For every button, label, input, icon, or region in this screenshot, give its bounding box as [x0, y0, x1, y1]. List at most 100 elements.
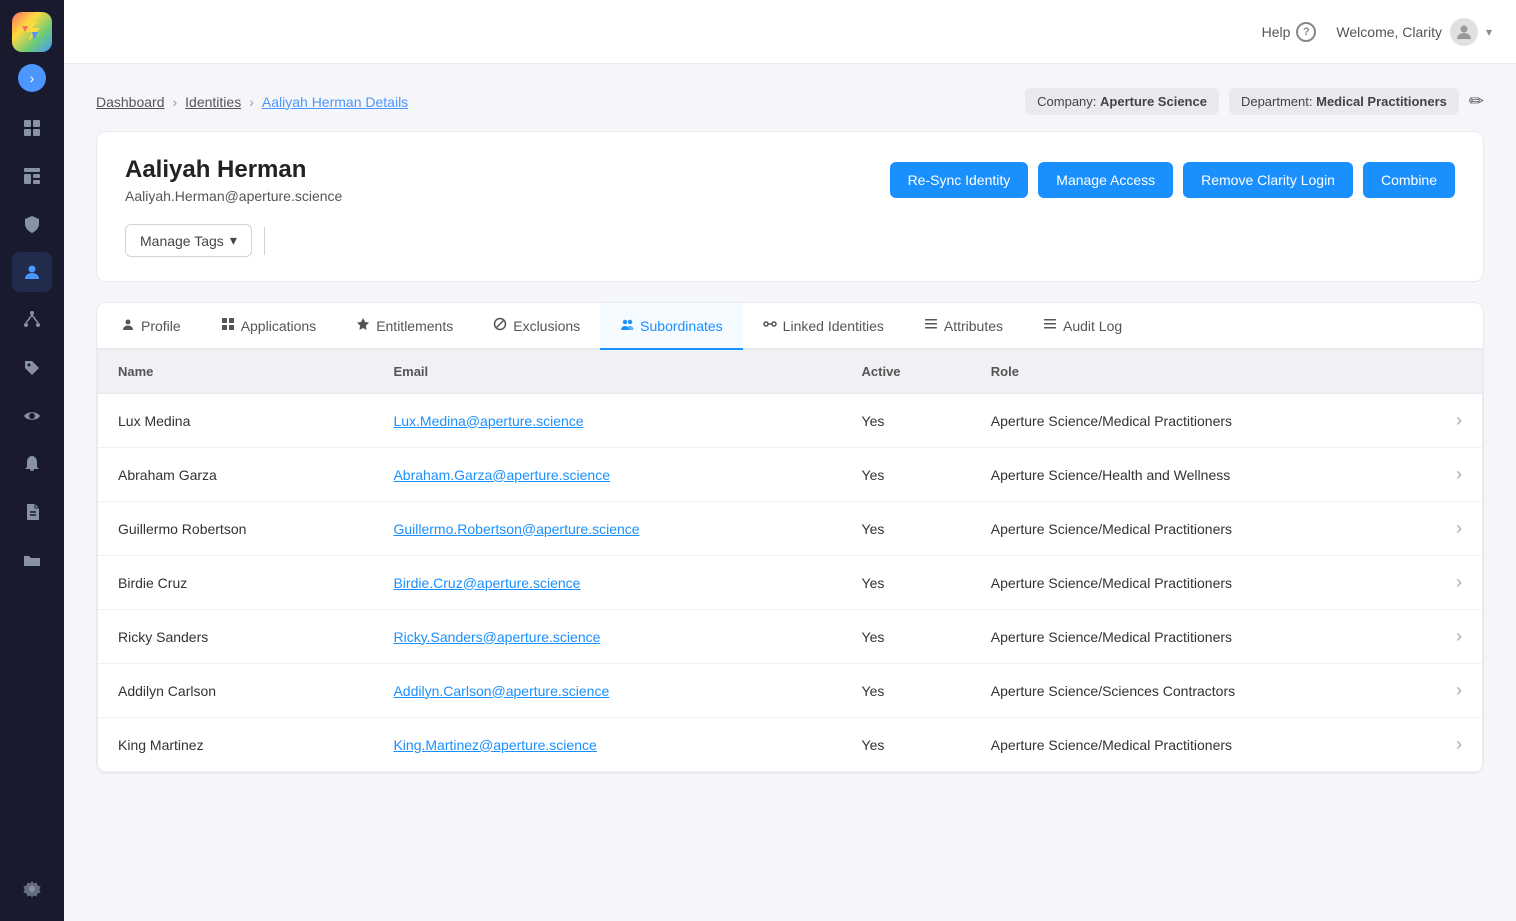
tab-applications-label: Applications	[241, 318, 317, 334]
company-label: Company:	[1037, 94, 1096, 109]
breadcrumb: Dashboard › Identities › Aaliyah Herman …	[96, 94, 408, 110]
table-row[interactable]: Guillermo Robertson Guillermo.Robertson@…	[98, 502, 1482, 556]
cell-email[interactable]: Guillermo.Robertson@aperture.science	[373, 502, 841, 556]
table-row[interactable]: King Martinez King.Martinez@aperture.sci…	[98, 718, 1482, 772]
cell-email[interactable]: Addilyn.Carlson@aperture.science	[373, 664, 841, 718]
tab-entitlements[interactable]: Entitlements	[336, 303, 473, 350]
breadcrumb-sep-1: ›	[173, 94, 178, 110]
cell-email[interactable]: Lux.Medina@aperture.science	[373, 394, 841, 448]
tab-audit-log[interactable]: Audit Log	[1023, 303, 1142, 350]
hierarchy-nav-icon[interactable]	[12, 300, 52, 340]
linked-identities-tab-icon	[763, 317, 777, 334]
manage-tags-label: Manage Tags	[140, 233, 224, 249]
cell-email[interactable]: Ricky.Sanders@aperture.science	[373, 610, 841, 664]
edit-icon[interactable]: ✏	[1469, 91, 1484, 112]
cell-name: Guillermo Robertson	[98, 502, 373, 556]
row-chevron-icon[interactable]: ›	[1436, 718, 1482, 772]
table-row[interactable]: Abraham Garza Abraham.Garza@aperture.sci…	[98, 448, 1482, 502]
row-chevron-icon[interactable]: ›	[1436, 556, 1482, 610]
tab-subordinates-label: Subordinates	[640, 318, 723, 334]
department-badge: Department: Medical Practitioners	[1229, 88, 1459, 115]
user-menu-button[interactable]: Welcome, Clarity ▾	[1336, 18, 1492, 46]
row-chevron-icon[interactable]: ›	[1436, 664, 1482, 718]
table-row[interactable]: Birdie Cruz Birdie.Cruz@aperture.science…	[98, 556, 1482, 610]
subordinates-table: Name Email Active Role Lux Medina Lux.Me…	[97, 349, 1483, 773]
cell-role: Aperture Science/Health and Wellness	[971, 448, 1436, 502]
cell-role: Aperture Science/Medical Practitioners	[971, 502, 1436, 556]
eye-nav-icon[interactable]	[12, 396, 52, 436]
resync-button[interactable]: Re-Sync Identity	[890, 162, 1029, 198]
help-button[interactable]: Help ?	[1262, 22, 1317, 42]
help-icon: ?	[1296, 22, 1316, 42]
dashboard-nav-icon[interactable]	[12, 108, 52, 148]
row-chevron-icon[interactable]: ›	[1436, 448, 1482, 502]
people-nav-icon[interactable]	[12, 252, 52, 292]
cell-active: Yes	[842, 448, 971, 502]
sidebar: ›	[0, 0, 64, 921]
tab-linked-identities-label: Linked Identities	[783, 318, 884, 334]
cell-role: Aperture Science/Medical Practitioners	[971, 556, 1436, 610]
cell-email[interactable]: Abraham.Garza@aperture.science	[373, 448, 841, 502]
cell-name: Abraham Garza	[98, 448, 373, 502]
table-row[interactable]: Addilyn Carlson Addilyn.Carlson@aperture…	[98, 664, 1482, 718]
identity-name: Aaliyah Herman	[125, 156, 342, 184]
cell-email[interactable]: Birdie.Cruz@aperture.science	[373, 556, 841, 610]
app-logo[interactable]	[12, 12, 52, 52]
help-label: Help	[1262, 24, 1291, 40]
breadcrumb-badges: Company: Aperture Science Department: Me…	[1025, 88, 1484, 115]
subordinates-tab-icon	[620, 317, 634, 334]
manage-tags-row: Manage Tags ▾	[125, 224, 1455, 257]
identity-info: Aaliyah Herman Aaliyah.Herman@aperture.s…	[125, 156, 342, 204]
company-value: Aperture Science	[1100, 94, 1207, 109]
chevron-down-icon: ▾	[1486, 25, 1492, 39]
identity-email: Aaliyah.Herman@aperture.science	[125, 188, 342, 204]
tab-exclusions[interactable]: Exclusions	[473, 303, 600, 350]
folder-nav-icon[interactable]	[12, 540, 52, 580]
tab-profile[interactable]: Profile	[101, 303, 201, 350]
bell-nav-icon[interactable]	[12, 444, 52, 484]
manage-tags-button[interactable]: Manage Tags ▾	[125, 224, 252, 257]
cell-active: Yes	[842, 502, 971, 556]
user-avatar-icon	[1450, 18, 1478, 46]
cell-name: Lux Medina	[98, 394, 373, 448]
cell-name: Birdie Cruz	[98, 556, 373, 610]
widget-nav-icon[interactable]	[12, 156, 52, 196]
cell-role: Aperture Science/Medical Practitioners	[971, 394, 1436, 448]
row-chevron-icon[interactable]: ›	[1436, 610, 1482, 664]
expand-sidebar-button[interactable]: ›	[18, 64, 46, 92]
tag-nav-icon[interactable]	[12, 348, 52, 388]
tab-attributes[interactable]: Attributes	[904, 303, 1023, 350]
table-row[interactable]: Ricky Sanders Ricky.Sanders@aperture.sci…	[98, 610, 1482, 664]
tab-profile-label: Profile	[141, 318, 181, 334]
col-email: Email	[373, 350, 841, 394]
tab-applications[interactable]: Applications	[201, 303, 337, 350]
manage-tags-chevron-icon: ▾	[230, 232, 237, 249]
department-label: Department:	[1241, 94, 1313, 109]
shield-nav-icon[interactable]	[12, 204, 52, 244]
manage-access-button[interactable]: Manage Access	[1038, 162, 1173, 198]
doc-nav-icon[interactable]	[12, 492, 52, 532]
identity-card: Aaliyah Herman Aaliyah.Herman@aperture.s…	[96, 131, 1484, 282]
cell-active: Yes	[842, 394, 971, 448]
department-value: Medical Practitioners	[1316, 94, 1447, 109]
breadcrumb-row: Dashboard › Identities › Aaliyah Herman …	[96, 88, 1484, 115]
tags-divider	[264, 227, 265, 255]
tab-audit-log-label: Audit Log	[1063, 318, 1122, 334]
tab-subordinates[interactable]: Subordinates	[600, 303, 743, 350]
combine-button[interactable]: Combine	[1363, 162, 1455, 198]
settings-nav-icon[interactable]	[12, 869, 52, 909]
breadcrumb-identities[interactable]: Identities	[185, 94, 241, 110]
col-name: Name	[98, 350, 373, 394]
cell-name: King Martinez	[98, 718, 373, 772]
cell-email[interactable]: King.Martinez@aperture.science	[373, 718, 841, 772]
cell-name: Ricky Sanders	[98, 610, 373, 664]
tabs-and-content: Profile Applications Entitlements	[96, 302, 1484, 774]
remove-clarity-button[interactable]: Remove Clarity Login	[1183, 162, 1353, 198]
table-row[interactable]: Lux Medina Lux.Medina@aperture.science Y…	[98, 394, 1482, 448]
audit-log-tab-icon	[1043, 317, 1057, 334]
row-chevron-icon[interactable]: ›	[1436, 502, 1482, 556]
row-chevron-icon[interactable]: ›	[1436, 394, 1482, 448]
tab-linked-identities[interactable]: Linked Identities	[743, 303, 904, 350]
entitlements-tab-icon	[356, 317, 370, 334]
breadcrumb-dashboard[interactable]: Dashboard	[96, 94, 165, 110]
